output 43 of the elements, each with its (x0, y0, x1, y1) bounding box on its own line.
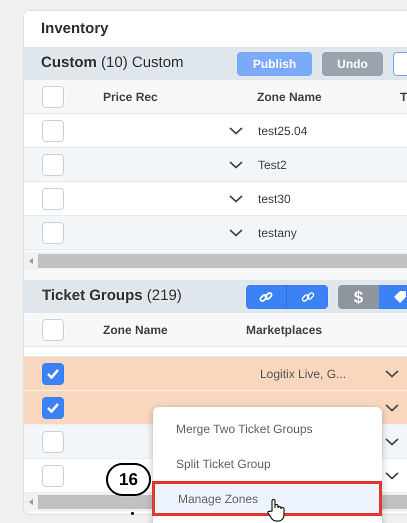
checkmark-icon (46, 368, 60, 380)
checkmark-icon (46, 402, 60, 414)
column-header: Zone Name (103, 322, 169, 338)
menu-item[interactable]: Merge Two Ticket Groups (153, 411, 382, 446)
checkbox[interactable] (42, 222, 64, 244)
table-cell-text: test25.04 (258, 122, 308, 140)
checkbox[interactable] (42, 396, 64, 418)
section-title: Ticket Groups (219) (42, 286, 183, 306)
table-cell-text: test30 (258, 190, 291, 208)
column-header: T (400, 88, 407, 106)
checkbox[interactable] (42, 362, 64, 384)
checkbox[interactable] (42, 86, 64, 108)
chevron-down-icon[interactable] (385, 472, 399, 480)
table-cell-text: testany (258, 224, 297, 242)
checkbox[interactable] (42, 120, 64, 142)
checkbox[interactable] (42, 154, 64, 176)
menu-item[interactable]: Manage Zones (152, 481, 382, 516)
column-header: Marketplaces (246, 322, 322, 338)
table-cell-text: Test2 (258, 156, 287, 174)
chevron-down-icon[interactable] (385, 370, 399, 378)
panel-title: Inventory (41, 18, 109, 39)
checkbox[interactable] (42, 464, 64, 486)
checkbox[interactable] (42, 430, 64, 452)
tag-icon (392, 288, 407, 304)
chevron-down-icon[interactable] (229, 228, 243, 236)
link-button[interactable] (287, 284, 328, 308)
column-header: Price Rec (103, 88, 159, 106)
table-cell: Logitix Live, G... (260, 366, 346, 380)
chevron-down-icon[interactable] (229, 160, 243, 168)
menu-item[interactable]: Split Ticket Group (153, 446, 382, 481)
link-button[interactable] (246, 284, 287, 308)
checkbox[interactable] (42, 318, 64, 340)
chevron-down-icon[interactable] (229, 126, 243, 134)
column-header: Zone Name (257, 88, 323, 106)
chevron-down-icon[interactable] (385, 438, 399, 446)
link-icon (259, 290, 273, 304)
checkbox[interactable] (42, 188, 64, 210)
link-icon (300, 290, 314, 304)
price-button[interactable]: $ (338, 284, 379, 308)
chevron-down-icon[interactable] (229, 194, 243, 202)
section-title: Custom (10) Custom (41, 53, 185, 74)
chevron-down-icon[interactable] (385, 404, 399, 412)
toolbar-button[interactable] (393, 52, 407, 76)
